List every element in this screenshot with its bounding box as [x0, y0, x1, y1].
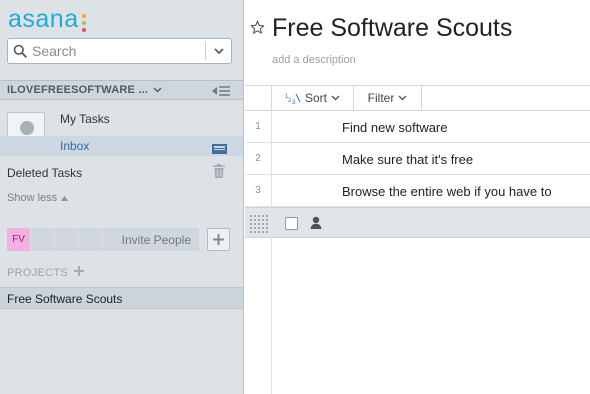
chevron-down-icon: [213, 47, 224, 54]
list-gutter: [245, 238, 272, 394]
sort-label: Sort: [304, 91, 327, 105]
projects-header: PROJECTS: [7, 266, 85, 279]
chevron-down-icon: [153, 87, 162, 93]
list-toolbar: 1 2 3 Sort Filter: [245, 85, 590, 111]
member-slot: [79, 228, 102, 251]
task-list: 1 Find new software 2 Make sure that it'…: [245, 111, 590, 207]
asana-logo[interactable]: asana: [8, 6, 86, 32]
inbox-label: Inbox: [60, 139, 90, 153]
filter-label: Filter: [367, 91, 395, 105]
workspace-name: ILOVEFREESOFTWARE ...: [7, 84, 149, 96]
trash-icon[interactable]: [213, 164, 225, 183]
search-icon: [8, 39, 32, 63]
plus-icon: [213, 234, 224, 245]
checkbox-icon[interactable]: [285, 217, 298, 230]
plus-icon: [74, 266, 85, 276]
toolbar-gutter: [245, 86, 272, 110]
svg-text:3: 3: [292, 100, 296, 104]
collapse-sidebar-icon[interactable]: [212, 84, 231, 102]
member-avatar[interactable]: FV: [7, 228, 30, 251]
search-input[interactable]: [32, 43, 202, 59]
show-less-label: Show less: [7, 192, 58, 204]
filter-button[interactable]: Filter: [354, 86, 422, 110]
task-name[interactable]: Make sure that it's free: [342, 152, 473, 167]
task-name[interactable]: Find new software: [342, 120, 448, 135]
project-name: Free Software Scouts: [7, 292, 123, 306]
sidebar: asana ILOVEFREESOFTWARE ... My Tasks Inb…: [0, 0, 244, 394]
task-row[interactable]: 2 Make sure that it's free: [245, 143, 590, 175]
sort-button[interactable]: 1 2 3 Sort: [272, 86, 354, 110]
search-box: [7, 38, 232, 64]
triangle-up-icon: [61, 195, 69, 201]
member-slot: [31, 228, 54, 251]
task-number: 1: [245, 111, 272, 142]
new-task-row[interactable]: [245, 207, 590, 238]
projects-label: PROJECTS: [7, 266, 69, 279]
logo-dots-icon: [81, 14, 86, 32]
workspace-switcher[interactable]: ILOVEFREESOFTWARE ...: [0, 80, 243, 100]
task-name[interactable]: Browse the entire web if you have to: [342, 184, 552, 199]
project-pane: Free Software Scouts add a description 1…: [245, 0, 590, 394]
project-title[interactable]: Free Software Scouts: [272, 14, 512, 43]
show-less-toggle[interactable]: Show less: [7, 192, 69, 204]
add-member-button[interactable]: [207, 228, 230, 251]
description-field[interactable]: add a description: [272, 54, 356, 66]
add-project-button[interactable]: [74, 266, 85, 279]
team-members-row: FV Invite People: [7, 228, 199, 251]
sort-icon: 1 2 3: [285, 93, 301, 104]
inbox-tray-icon: [212, 141, 227, 159]
search-dropdown-button[interactable]: [206, 39, 231, 63]
chevron-down-icon: [398, 95, 407, 101]
logo-text: asana: [8, 5, 79, 33]
task-number: 3: [245, 175, 272, 206]
my-tasks-section: My Tasks Inbox: [0, 101, 243, 156]
task-row[interactable]: 3 Browse the entire web if you have to: [245, 175, 590, 207]
assignee-icon[interactable]: [310, 216, 322, 234]
sidebar-item-project[interactable]: Free Software Scouts: [0, 287, 243, 309]
inbox-link[interactable]: Inbox: [0, 136, 243, 156]
my-tasks-link[interactable]: My Tasks: [60, 112, 110, 126]
star-icon[interactable]: [250, 20, 265, 40]
task-number: 2: [245, 143, 272, 174]
member-slot: [55, 228, 78, 251]
invite-people-button[interactable]: Invite People: [103, 228, 199, 251]
task-row[interactable]: 1 Find new software: [245, 111, 590, 143]
drag-handle-icon[interactable]: [249, 214, 268, 233]
deleted-tasks-link[interactable]: Deleted Tasks: [7, 166, 82, 180]
chevron-down-icon: [331, 95, 340, 101]
